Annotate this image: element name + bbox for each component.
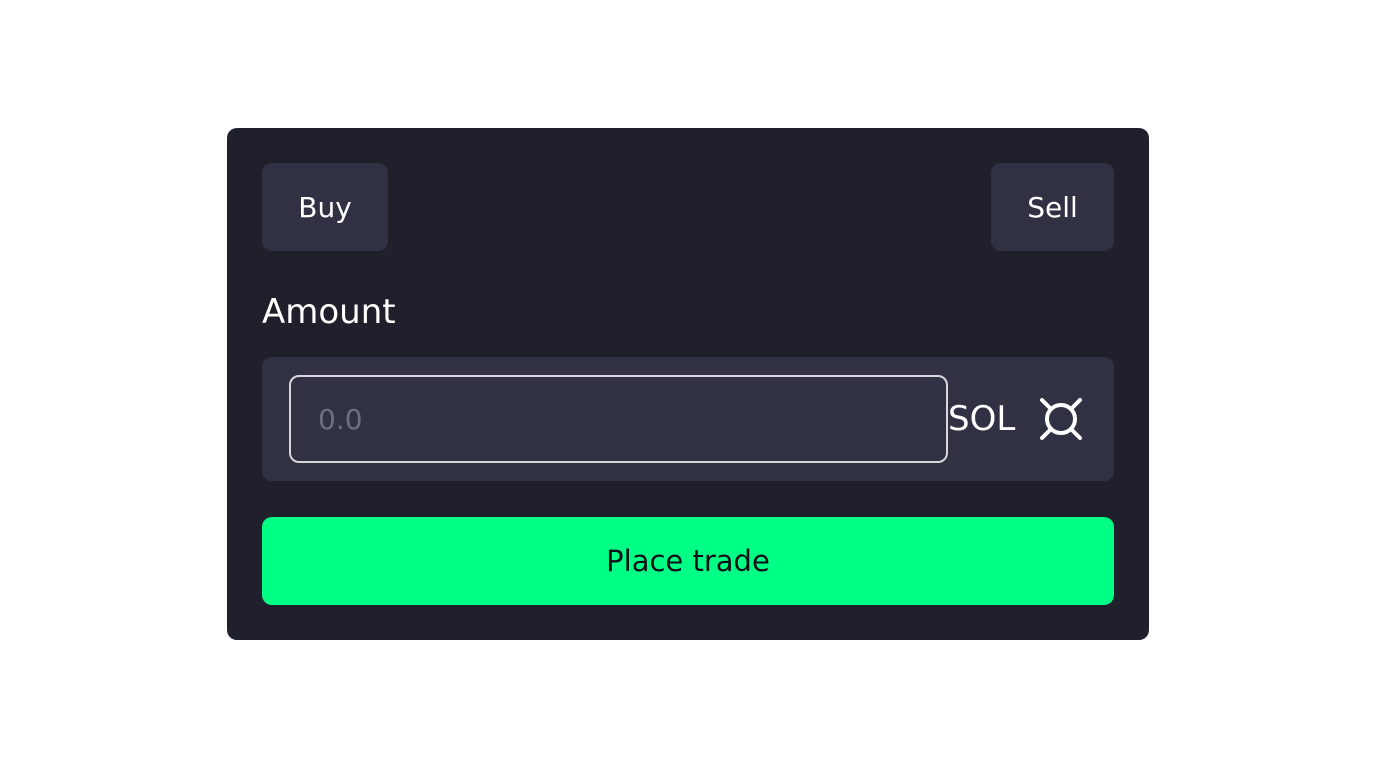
amount-label: Amount xyxy=(262,292,396,332)
unit-label: SOL xyxy=(948,399,1016,439)
place-trade-button[interactable]: Place trade xyxy=(262,517,1114,605)
amount-input[interactable] xyxy=(289,375,948,463)
trade-panel: Buy Sell Amount SOL Place trade xyxy=(227,128,1149,640)
amount-row: SOL xyxy=(262,357,1114,481)
buy-button[interactable]: Buy xyxy=(262,163,388,251)
currency-icon xyxy=(1037,395,1085,443)
sell-button[interactable]: Sell xyxy=(991,163,1114,251)
